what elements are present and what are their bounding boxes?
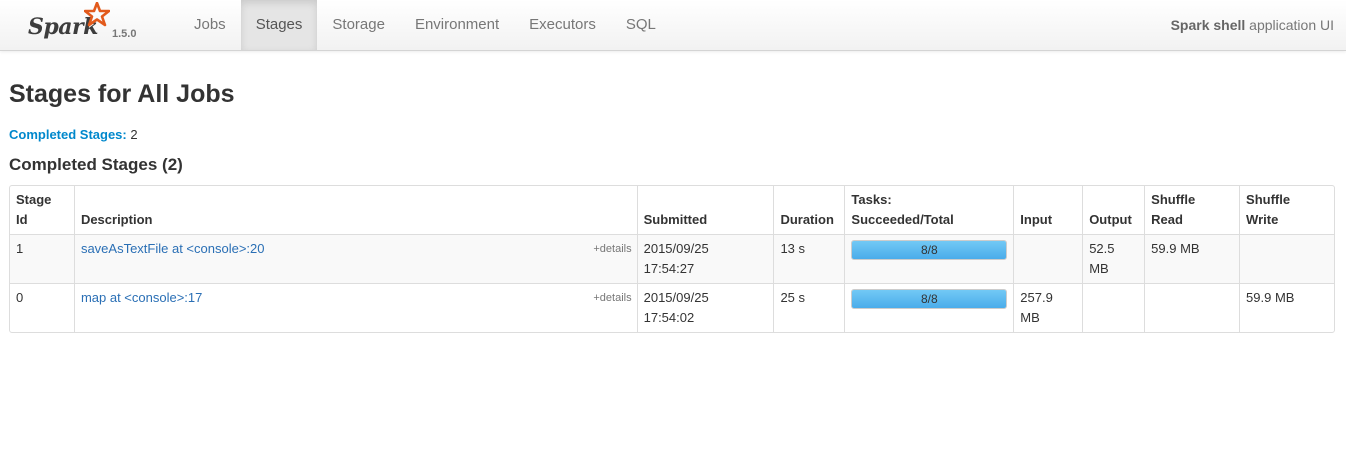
app-suffix: application UI [1249, 17, 1334, 33]
table-row: 1 saveAsTextFile at <console>:20 +detail… [10, 234, 1334, 283]
tasks-progress-label: 8/8 [921, 243, 938, 257]
description-cell: saveAsTextFile at <console>:20 +details [73, 234, 637, 283]
tasks-cell: 8/8 [844, 234, 1014, 283]
page-title: Stages for All Jobs [9, 80, 235, 108]
tasks-progress-bar: 8/8 [851, 289, 1008, 309]
shuffle-read-cell: 59.9 MB [1144, 234, 1240, 283]
submitted-cell: 2015/09/25 17:54:02 [636, 283, 774, 332]
tab-sql[interactable]: SQL [611, 0, 671, 50]
stage-description-link[interactable]: map at <console>:17 [81, 290, 202, 305]
completed-stages-heading: Completed Stages (2) [9, 155, 183, 174]
app-name: Spark shell [1170, 17, 1246, 33]
output-cell [1082, 283, 1145, 332]
completed-stages-link[interactable]: Completed Stages: [9, 127, 127, 142]
header-shuffle-read[interactable]: Shuffle Read [1144, 186, 1239, 234]
nav-tabs: Jobs Stages Storage Environment Executor… [179, 0, 671, 50]
stage-id-cell: 0 [10, 283, 74, 332]
stage-summary: Completed Stages: 2 [9, 127, 138, 142]
table-header-row: Stage Id Description Submitted Duration T… [10, 186, 1334, 234]
stage-id-cell: 1 [10, 234, 74, 283]
tab-jobs[interactable]: Jobs [179, 0, 241, 50]
output-cell: 52.5 MB [1082, 234, 1145, 283]
input-cell [1013, 234, 1083, 283]
tab-storage[interactable]: Storage [317, 0, 400, 50]
app-title: Spark shell application UI [1171, 0, 1334, 50]
tab-environment[interactable]: Environment [400, 0, 514, 50]
brand-version: 1.5.0 [112, 28, 137, 40]
header-tasks[interactable]: Tasks: Succeeded/Total [844, 186, 1013, 234]
header-stage-id[interactable]: Stage Id [10, 186, 74, 234]
header-shuffle-write[interactable]: Shuffle Write [1239, 186, 1334, 234]
shuffle-read-cell [1144, 283, 1240, 332]
stage-description-link[interactable]: saveAsTextFile at <console>:20 [81, 241, 265, 256]
details-toggle[interactable]: +details [593, 288, 631, 308]
table-row: 0 map at <console>:17 +details 2015/09/2… [10, 283, 1334, 332]
submitted-cell: 2015/09/25 17:54:27 [636, 234, 774, 283]
top-navbar: Spark 1.5.0 Jobs Stages Storage Environm… [0, 0, 1346, 51]
shuffle-write-cell [1239, 234, 1334, 283]
tab-stages[interactable]: Stages [240, 0, 318, 50]
input-cell: 257.9 MB [1013, 283, 1083, 332]
tasks-progress-label: 8/8 [921, 292, 938, 306]
tasks-progress-bar: 8/8 [851, 240, 1008, 260]
spark-logo[interactable]: Spark 1.5.0 [28, 2, 148, 48]
header-submitted[interactable]: Submitted [636, 186, 774, 234]
completed-stages-count: 2 [130, 127, 138, 142]
completed-stages-table: Stage Id Description Submitted Duration T… [9, 185, 1335, 333]
shuffle-write-cell: 59.9 MB [1239, 283, 1334, 332]
header-description[interactable]: Description [73, 186, 637, 234]
duration-cell: 13 s [773, 234, 845, 283]
details-toggle[interactable]: +details [593, 239, 631, 259]
tab-executors[interactable]: Executors [514, 0, 611, 50]
header-input[interactable]: Input [1013, 186, 1082, 234]
duration-cell: 25 s [773, 283, 845, 332]
header-output[interactable]: Output [1082, 186, 1144, 234]
tasks-cell: 8/8 [844, 283, 1014, 332]
header-duration[interactable]: Duration [773, 186, 844, 234]
description-cell: map at <console>:17 +details [73, 283, 637, 332]
spark-star-icon [84, 2, 110, 27]
